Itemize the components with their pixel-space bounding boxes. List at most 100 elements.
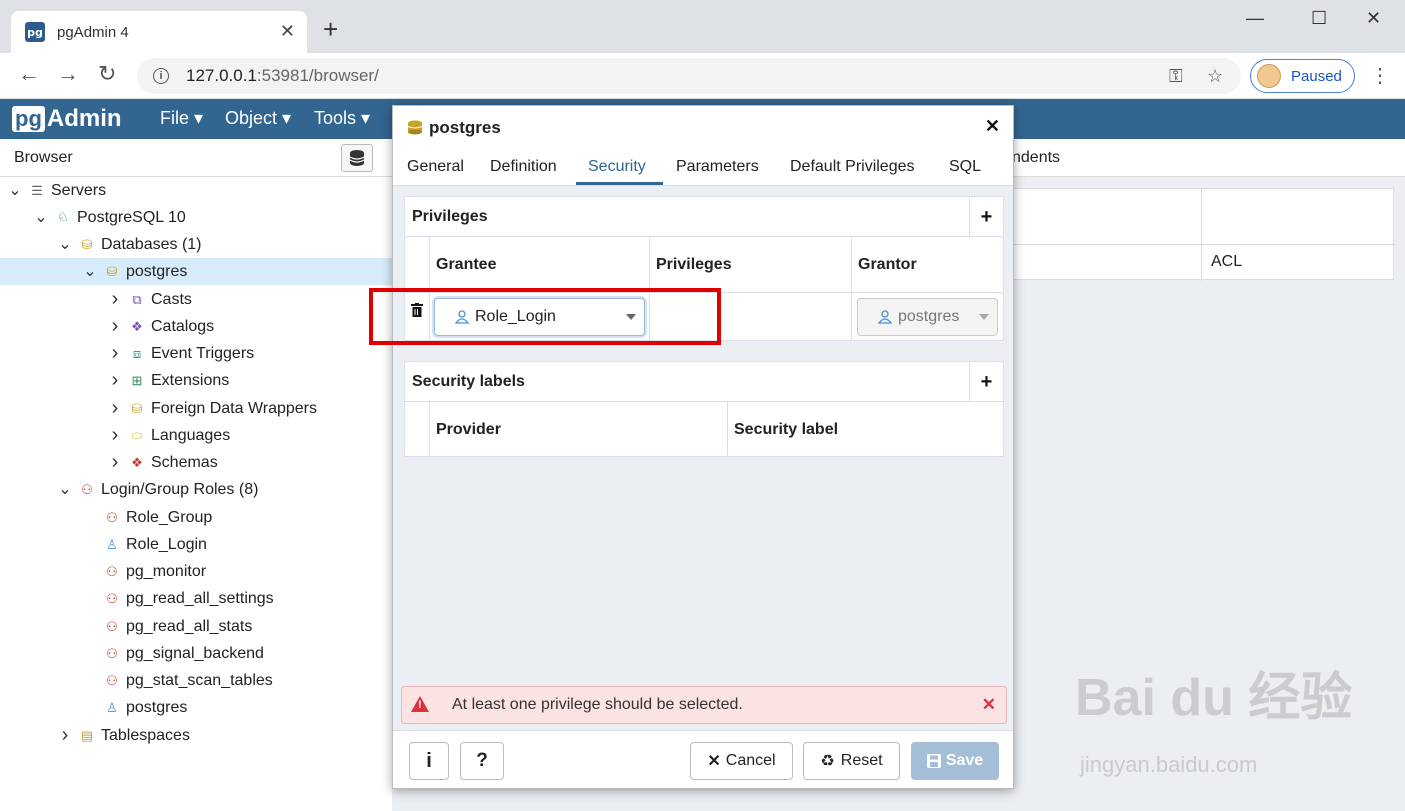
add-privilege-button[interactable]: + (969, 197, 1003, 237)
tree-item-label: Casts (151, 290, 192, 308)
menu-file[interactable]: File ▾ (160, 108, 203, 129)
tree-item-event-triggers[interactable]: › ⧈ Event Triggers (0, 340, 392, 367)
back-icon[interactable]: ← (18, 63, 40, 85)
catalogs-icon: ❖ (131, 318, 143, 334)
tab-dependents[interactable]: ndents (1012, 149, 1060, 167)
tree-item-pg-read-all-stats[interactable]: ⚇ pg_read_all_stats (0, 613, 392, 640)
menu-object[interactable]: Object ▾ (225, 108, 291, 129)
menu-tools[interactable]: Tools ▾ (314, 108, 370, 129)
browser-tab[interactable]: pg pgAdmin 4 ✕ (11, 11, 307, 53)
query-tool-button[interactable] (341, 144, 373, 172)
tree-item-pg-stat-scan-tables[interactable]: ⚇ pg_stat_scan_tables (0, 667, 392, 694)
tree-item-login-group-roles-8[interactable]: ⌄ ⚇ Login/Group Roles (8) (0, 476, 392, 503)
login-role-icon (878, 310, 892, 324)
dialog-title: postgres (429, 118, 501, 137)
tab-title: pgAdmin 4 (57, 23, 129, 41)
tree-item-postgres[interactable]: ♙ postgres (0, 694, 392, 721)
tree-item-schemas[interactable]: › ❖ Schemas (0, 449, 392, 476)
help-button[interactable]: ? (460, 742, 504, 780)
browser-menu-icon[interactable]: ⋮ (1370, 63, 1390, 88)
tab-general[interactable]: General (407, 158, 464, 176)
tree-item-foreign-data-wrappers[interactable]: › ⛁ Foreign Data Wrappers (0, 395, 392, 422)
tree-item-label: Tablespaces (101, 726, 190, 744)
properties-table: ACL (1012, 188, 1395, 281)
tree-item-casts[interactable]: › ⧉ Casts (0, 286, 392, 313)
info-button[interactable]: i (409, 742, 449, 780)
languages-icon: ⬭ (131, 427, 143, 443)
chevron-down-icon[interactable]: ⌄ (8, 182, 22, 198)
chevron-right-icon[interactable]: › (108, 397, 122, 420)
minimize-icon[interactable]: — (1246, 8, 1264, 29)
tree-item-pg-signal-backend[interactable]: ⚇ pg_signal_backend (0, 640, 392, 667)
chevron-right-icon[interactable]: › (108, 288, 122, 311)
login-role-icon: ♙ (106, 699, 118, 715)
chevron-down-icon[interactable]: ⌄ (58, 236, 72, 252)
tree-item-label: Databases (1) (101, 235, 202, 253)
security-label-column-header: Security label (734, 420, 839, 438)
tab-definition[interactable]: Definition (490, 158, 557, 176)
reset-label: Reset (840, 752, 883, 769)
tree-item-postgresql-10[interactable]: ⌄ ♘ PostgreSQL 10 (0, 204, 392, 231)
address-bar[interactable]: i 127.0.0.1:53981/browser/ ⚿ ☆ (137, 58, 1241, 94)
chevron-right-icon[interactable]: › (108, 369, 122, 392)
grantee-column-header: Grantee (430, 237, 650, 292)
tree-item-label: postgres (126, 262, 188, 280)
group-role-icon: ⚇ (106, 672, 118, 688)
maximize-icon[interactable]: ☐ (1311, 8, 1327, 29)
chevron-right-icon[interactable]: › (58, 724, 72, 747)
chevron-down-icon[interactable]: ⌄ (58, 481, 72, 497)
database-icon (407, 120, 423, 135)
tree-item-postgres[interactable]: ⌄ ⛁ postgres (0, 258, 392, 285)
event-triggers-icon: ⧈ (132, 345, 142, 361)
tree-item-label: Languages (151, 426, 231, 444)
chevron-right-icon[interactable]: › (108, 315, 122, 338)
tree-item-servers[interactable]: ⌄ ☰ Servers (0, 177, 392, 204)
tree-item-pg-read-all-settings[interactable]: ⚇ pg_read_all_settings (0, 585, 392, 612)
save-button[interactable]: Save (911, 742, 999, 780)
window-close-icon[interactable]: ✕ (1366, 8, 1381, 29)
browser-panel-header: Browser (0, 139, 392, 177)
tree-item-label: pg_signal_backend (126, 644, 264, 662)
chevron-down-icon[interactable]: ⌄ (83, 263, 97, 279)
new-tab-icon[interactable]: + (323, 16, 338, 42)
tree-item-label: Event Triggers (151, 344, 255, 362)
key-icon[interactable]: ⚿ (1169, 66, 1183, 87)
error-close-icon[interactable]: ✕ (982, 695, 996, 715)
reload-icon[interactable]: ↻ (98, 63, 116, 85)
cancel-button[interactable]: ✕ Cancel (690, 742, 793, 780)
add-security-label-button[interactable]: + (969, 362, 1003, 402)
tree-item-role-login[interactable]: ♙ Role_Login (0, 531, 392, 558)
tab-default-privileges[interactable]: Default Privileges (790, 158, 915, 176)
tree-item-extensions[interactable]: › ⊞ Extensions (0, 367, 392, 394)
chevron-right-icon[interactable]: › (108, 342, 122, 365)
chevron-right-icon[interactable]: › (108, 424, 122, 447)
tab-close-icon[interactable]: ✕ (280, 21, 295, 42)
tree-item-databases-1[interactable]: ⌄ ⛁ Databases (1) (0, 231, 392, 258)
dialog-close-icon[interactable]: ✕ (985, 116, 1000, 137)
recycle-icon: ♻ (820, 753, 835, 770)
chevron-right-icon[interactable]: › (108, 451, 122, 474)
bookmark-star-icon[interactable]: ☆ (1207, 66, 1223, 87)
tree-item-catalogs[interactable]: › ❖ Catalogs (0, 313, 392, 340)
pgadmin-favicon-icon: pg (25, 22, 45, 42)
group-role-icon: ⚇ (106, 645, 118, 661)
forward-icon[interactable]: → (57, 63, 79, 85)
tab-security[interactable]: Security (588, 158, 646, 176)
cancel-label: Cancel (725, 752, 776, 769)
reset-button[interactable]: ♻ Reset (803, 742, 900, 780)
profile-button[interactable]: Paused (1250, 59, 1355, 93)
tree-item-label: Servers (51, 181, 107, 199)
tree-item-languages[interactable]: › ⬭ Languages (0, 422, 392, 449)
tab-sql[interactable]: SQL (949, 158, 981, 176)
browser-tab-bar: pg pgAdmin 4 ✕ + — ☐ ✕ (0, 0, 1405, 53)
grantor-cell: postgres (852, 292, 1003, 340)
group-role-icon: ⚇ (106, 563, 118, 579)
tab-parameters[interactable]: Parameters (676, 158, 759, 176)
chevron-down-icon[interactable]: ⌄ (34, 209, 48, 225)
tree-item-role-group[interactable]: ⚇ Role_Group (0, 504, 392, 531)
tree-item-tablespaces[interactable]: › ▤ Tablespaces (0, 722, 392, 749)
tree-item-pg-monitor[interactable]: ⚇ pg_monitor (0, 558, 392, 585)
tree-item-label: pg_read_all_settings (126, 589, 274, 607)
tree-item-label: pg_read_all_stats (126, 617, 253, 635)
site-info-icon[interactable]: i (153, 68, 169, 84)
